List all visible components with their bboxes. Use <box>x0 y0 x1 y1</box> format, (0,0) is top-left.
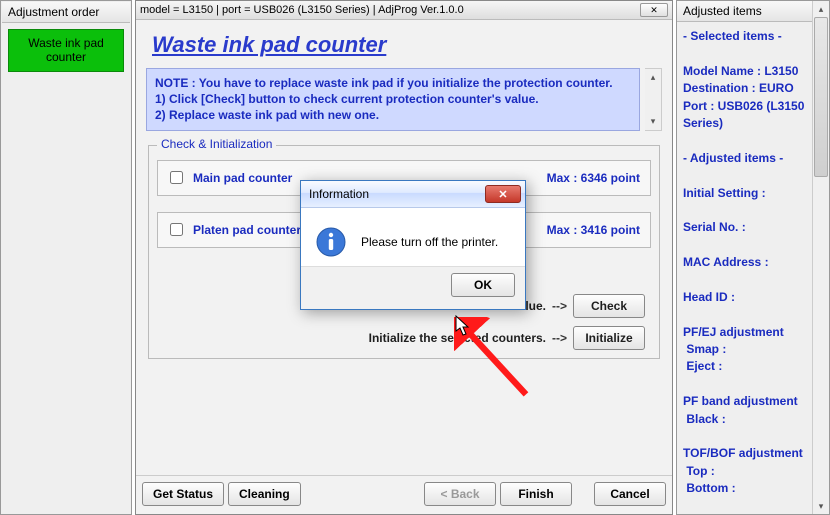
finish-button[interactable]: Finish <box>500 482 572 506</box>
arrow-icon: --> <box>552 331 567 345</box>
info-dialog: Information ✕ Please turn off the printe… <box>300 180 526 310</box>
note-scrollbar[interactable]: ▴ ▾ <box>645 68 662 131</box>
info-line: MAC Address : <box>683 254 808 271</box>
left-panel: Adjustment order Waste ink pad counter <box>0 0 132 515</box>
scroll-up-icon[interactable]: ▴ <box>813 1 829 17</box>
right-panel: Adjusted items - Selected items - Model … <box>676 0 830 515</box>
scroll-down-icon[interactable]: ▾ <box>645 114 661 130</box>
info-line: Black : <box>683 411 808 428</box>
info-line: Initial Setting : <box>683 185 808 202</box>
note-box: NOTE : You have to replace waste ink pad… <box>146 68 640 131</box>
waste-ink-pad-button[interactable]: Waste ink pad counter <box>8 29 124 72</box>
ok-button[interactable]: OK <box>451 273 515 297</box>
cancel-button[interactable]: Cancel <box>594 482 666 506</box>
info-line: Top : <box>683 463 808 480</box>
initialize-button[interactable]: Initialize <box>573 326 645 350</box>
right-scrollbar[interactable]: ▴ ▾ <box>812 1 829 514</box>
dialog-titlebar[interactable]: Information ✕ <box>301 181 525 208</box>
cleaning-button[interactable]: Cleaning <box>228 482 301 506</box>
scroll-thumb[interactable] <box>814 17 828 177</box>
info-line: TOF/BOF adjustment <box>683 445 808 462</box>
note-line: 2) Replace waste ink pad with new one. <box>155 107 631 123</box>
info-line: Destination : EURO <box>683 80 808 97</box>
arrow-icon: --> <box>552 299 567 313</box>
note-line: NOTE : You have to replace waste ink pad… <box>155 75 631 91</box>
info-line: PF band adjustment <box>683 393 808 410</box>
info-line: Smap : <box>683 341 808 358</box>
get-status-button[interactable]: Get Status <box>142 482 224 506</box>
scroll-down-icon[interactable]: ▾ <box>813 498 829 514</box>
dialog-message: Please turn off the printer. <box>361 235 498 249</box>
adjusted-items-header: - Adjusted items - <box>683 150 808 167</box>
selected-items-header: - Selected items - <box>683 28 808 45</box>
left-panel-title: Adjustment order <box>2 2 130 23</box>
note-line: 1) Click [Check] button to check current… <box>155 91 631 107</box>
platen-pad-max: Max : 3416 point <box>547 223 640 237</box>
scroll-up-icon[interactable]: ▴ <box>645 69 661 85</box>
dialog-close-button[interactable]: ✕ <box>485 185 521 203</box>
main-pad-max: Max : 6346 point <box>547 171 640 185</box>
info-line: PF/EJ adjustment <box>683 324 808 341</box>
bottom-toolbar: Get Status Cleaning < Back Finish Cancel <box>136 475 672 514</box>
info-line: Eject : <box>683 358 808 375</box>
window-title: model = L3150 | port = USB026 (L3150 Ser… <box>140 4 464 16</box>
right-panel-title: Adjusted items <box>677 1 812 22</box>
window-close-button[interactable]: ✕ <box>640 3 668 17</box>
info-line: Bottom : <box>683 480 808 497</box>
info-icon <box>315 226 347 258</box>
info-line: Serial No. : <box>683 219 808 236</box>
info-line: Port : USB026 (L3150 Series) <box>683 98 808 133</box>
info-line: Model Name : L3150 <box>683 63 808 80</box>
window-titlebar: model = L3150 | port = USB026 (L3150 Ser… <box>136 1 672 20</box>
group-title: Check & Initialization <box>157 137 276 151</box>
platen-pad-checkbox[interactable] <box>170 223 183 236</box>
init-hint: Initialize the selected counters. <box>369 331 546 345</box>
page-title: Waste ink pad counter <box>152 32 662 58</box>
dialog-title: Information <box>309 187 369 201</box>
main-pad-checkbox[interactable] <box>170 171 183 184</box>
info-line: Head ID : <box>683 289 808 306</box>
check-button[interactable]: Check <box>573 294 645 318</box>
back-button[interactable]: < Back <box>424 482 496 506</box>
